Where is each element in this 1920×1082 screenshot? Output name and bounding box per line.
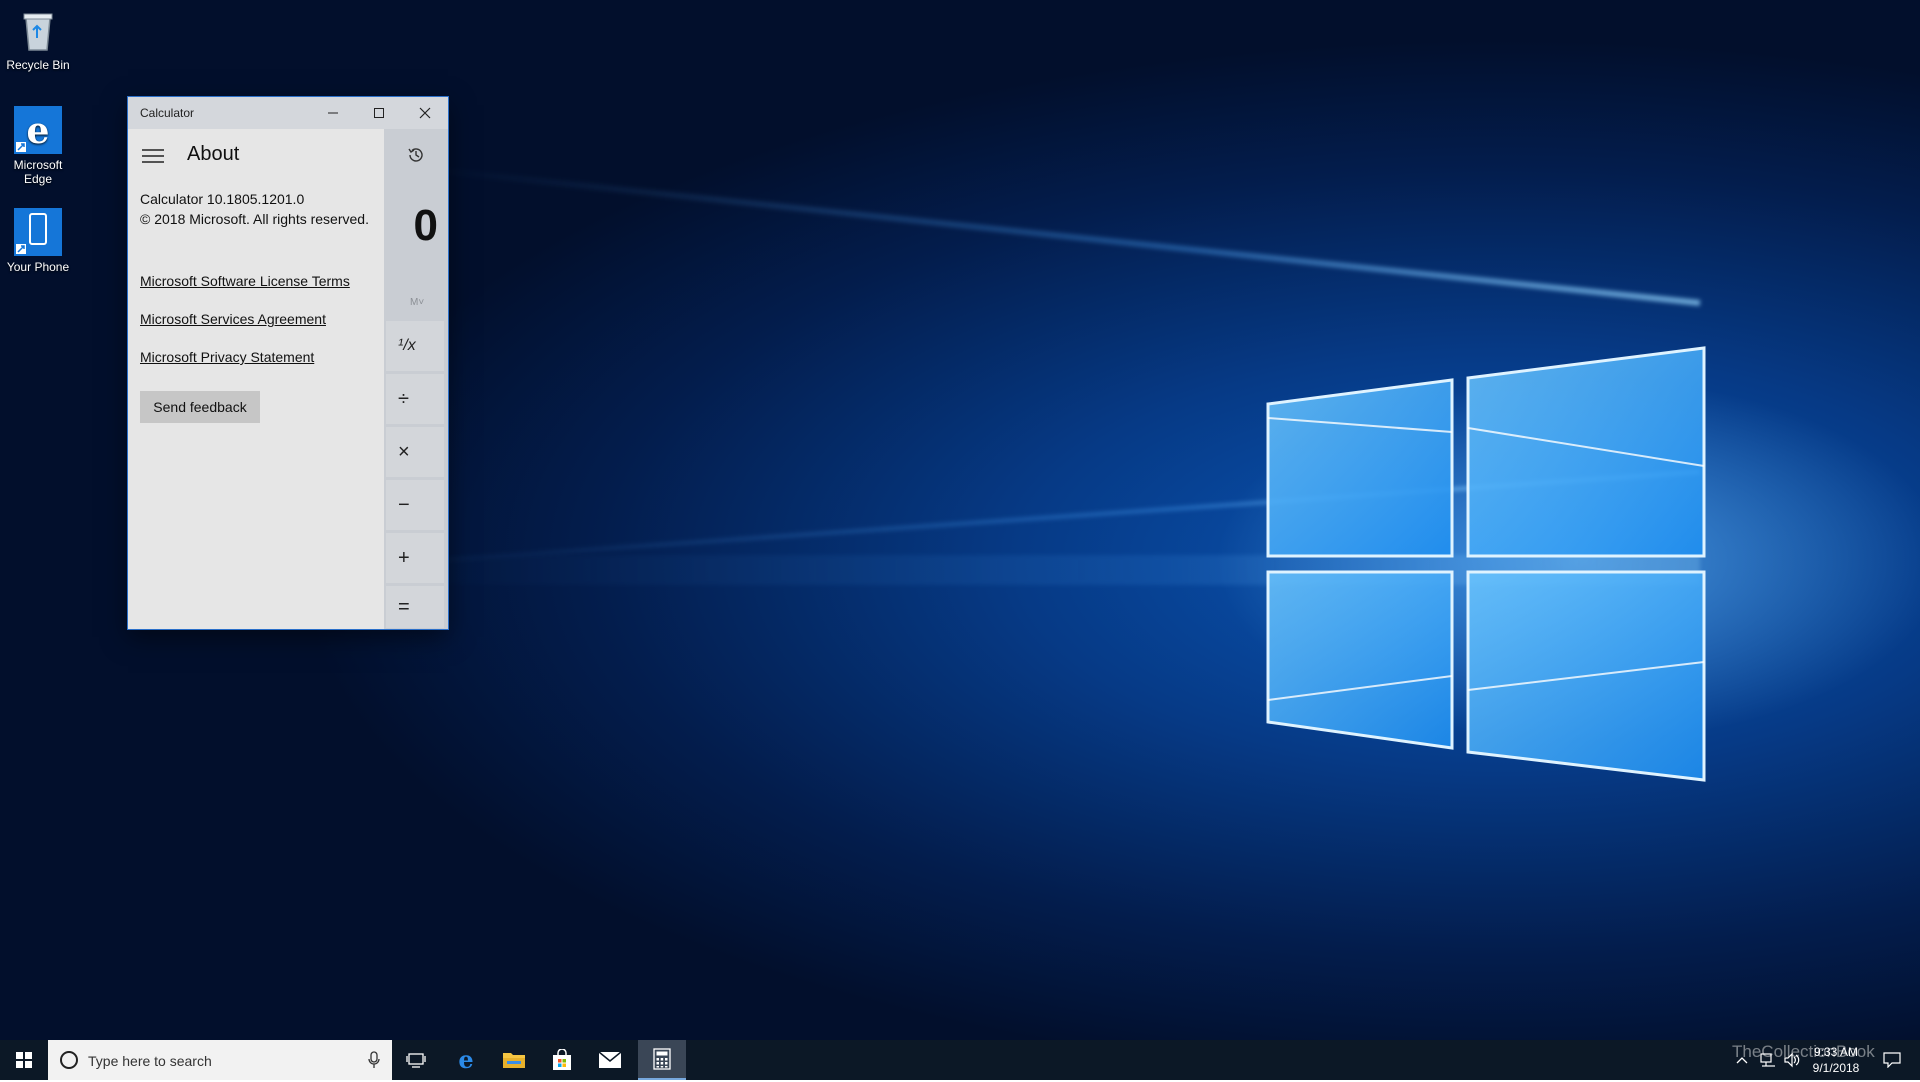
calculator-icon (653, 1048, 671, 1070)
license-terms-link[interactable]: Microsoft Software License Terms (140, 273, 350, 289)
close-button[interactable] (402, 97, 448, 129)
about-pane: About Calculator 10.1805.1201.0 © 2018 M… (128, 129, 384, 629)
history-icon[interactable] (406, 145, 426, 165)
display-value: 0 (413, 201, 438, 250)
edge-icon: e (14, 106, 62, 154)
folder-icon (503, 1053, 525, 1068)
taskbar-store[interactable] (538, 1040, 586, 1080)
cortana-icon (60, 1051, 78, 1069)
svg-text:e: e (27, 110, 50, 152)
maximize-button[interactable] (356, 97, 402, 129)
search-box[interactable] (48, 1040, 392, 1082)
minimize-button[interactable] (310, 97, 356, 129)
about-heading: About (187, 143, 240, 165)
hamburger-menu-icon[interactable] (142, 147, 164, 165)
watermark: TheCollectionBook (1732, 1042, 1875, 1061)
desktop-icon-your-phone[interactable]: Your Phone (0, 208, 76, 274)
memory-indicator[interactable]: M˅ (410, 297, 424, 308)
notification-icon (1883, 1052, 1901, 1068)
windows-start-icon (16, 1052, 32, 1068)
search-input[interactable] (86, 1040, 350, 1082)
desktop-icon-microsoft-edge[interactable]: e Microsoft Edge (0, 106, 76, 186)
taskbar: e (0, 1040, 1920, 1082)
add-button[interactable]: + (386, 533, 444, 583)
mail-icon (598, 1051, 622, 1068)
multiply-button[interactable]: × (386, 427, 444, 477)
recycle-bin-icon (23, 13, 53, 51)
phone-icon (14, 208, 62, 256)
taskbar-mail[interactable] (586, 1040, 634, 1080)
desktop: Recycle Bin e Microsoft Edge Your Phone … (0, 0, 1920, 1080)
start-button[interactable] (0, 1040, 48, 1080)
taskbar-edge[interactable]: e (442, 1040, 490, 1080)
close-icon (419, 107, 431, 119)
svg-text:e: e (458, 1048, 473, 1072)
window-title: Calculator (140, 106, 195, 120)
maximize-icon (374, 108, 384, 118)
action-center-button[interactable] (1872, 1040, 1912, 1080)
services-agreement-link[interactable]: Microsoft Services Agreement (140, 311, 326, 327)
task-view-button[interactable] (392, 1040, 440, 1080)
send-feedback-button[interactable]: Send feedback (140, 391, 260, 423)
calculator-window: Calculator About Calculator 10.1805.1201… (128, 97, 448, 629)
store-icon (553, 1049, 571, 1070)
desktop-icon-label: Your Phone (6, 260, 70, 274)
taskbar-file-explorer[interactable] (490, 1040, 538, 1080)
privacy-statement-link[interactable]: Microsoft Privacy Statement (140, 349, 314, 365)
about-info: Calculator 10.1805.1201.0 © 2018 Microso… (140, 189, 370, 229)
title-bar[interactable]: Calculator (128, 97, 448, 129)
calculator-panel: 0 M˅ ¹/x ÷ × − + = (384, 129, 448, 629)
equals-button[interactable]: = (386, 586, 444, 628)
subtract-button[interactable]: − (386, 480, 444, 530)
reciprocal-button[interactable]: ¹/x (386, 321, 444, 371)
desktop-icon-label: Microsoft Edge (13, 158, 63, 186)
version-text: Calculator 10.1805.1201.0 (140, 191, 305, 207)
microphone-icon[interactable] (368, 1051, 380, 1069)
copyright-text: © 2018 Microsoft. All rights reserved. (140, 211, 369, 227)
taskbar-calculator[interactable] (638, 1040, 686, 1080)
divide-button[interactable]: ÷ (386, 374, 444, 424)
edge-icon: e (458, 1048, 473, 1072)
desktop-icon-label: Recycle Bin (6, 58, 70, 72)
clock-date: 9/1/2018 (1812, 1061, 1860, 1075)
task-view-icon (406, 1053, 426, 1068)
desktop-icon-recycle-bin[interactable]: Recycle Bin (0, 6, 76, 72)
minimize-icon (328, 112, 338, 114)
